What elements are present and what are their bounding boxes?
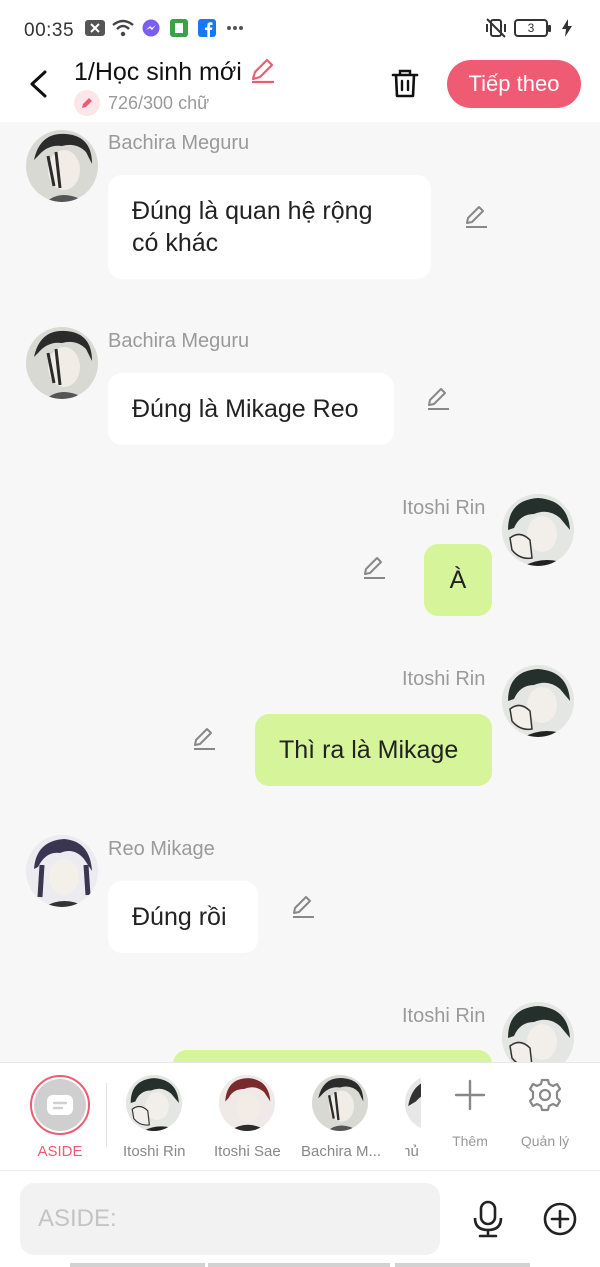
character-itoshi-rin[interactable] (126, 1075, 182, 1131)
aside-button[interactable] (30, 1075, 90, 1135)
pencil-badge-icon (74, 90, 100, 116)
sender-name: Itoshi Rin (402, 668, 486, 690)
status-notification-icons (84, 18, 246, 38)
message-line: À (449, 566, 467, 594)
chat-area[interactable]: Bachira Meguru Đúng là quan hệ rộng có k… (0, 122, 600, 1062)
status-bar: 00:35 3 (0, 0, 600, 52)
message-input[interactable] (20, 1183, 440, 1255)
edit-message-icon[interactable] (190, 724, 218, 752)
message-line: Đúng là Mikage Reo (132, 395, 359, 423)
message-line: Đúng rồi (132, 903, 227, 931)
message-line: Đúng là quan hệ rộng (132, 197, 373, 225)
aside-chat-icon (47, 1095, 73, 1115)
edit-message-icon[interactable] (360, 553, 388, 581)
nav-indicator (70, 1263, 205, 1267)
character-bachira[interactable] (312, 1075, 368, 1131)
avatar-reo-mikage[interactable] (26, 835, 98, 907)
sender-name: Itoshi Rin (402, 497, 486, 519)
message-line: có khác (132, 229, 219, 257)
message-bubble[interactable]: À (424, 544, 492, 616)
input-bar (0, 1170, 600, 1267)
message-bubble[interactable]: Thì ra là Mikage (255, 714, 492, 786)
avatar-bachira[interactable] (26, 327, 98, 399)
app-notification-icon (168, 18, 190, 38)
page-title: 1/Học sinh mới (74, 58, 242, 86)
sender-name: Itoshi Rin (402, 1005, 486, 1027)
charging-icon (556, 18, 578, 38)
word-count: 726/300 chữ (108, 92, 210, 113)
character-label: Bachira M... (301, 1143, 382, 1160)
nav-indicator (208, 1263, 390, 1267)
edit-message-icon[interactable] (424, 384, 452, 412)
voice-input-button[interactable] (468, 1199, 508, 1239)
status-time: 00:35 (24, 20, 75, 41)
avatar-itoshi-rin[interactable] (502, 1002, 574, 1062)
message-bubble[interactable]: Đúng là Mikage Reo (108, 373, 394, 445)
message-bubble[interactable] (173, 1050, 492, 1062)
sender-name: Bachira Meguru (108, 132, 250, 154)
aside-label: ASIDE (37, 1143, 83, 1160)
sender-name: Bachira Meguru (108, 330, 250, 352)
character-itoshi-sae[interactable] (219, 1075, 275, 1131)
notification-x-icon (84, 18, 106, 38)
delete-button[interactable] (386, 64, 424, 102)
manage-label: Quản lý (520, 1133, 570, 1149)
status-system-icons: 3 (484, 18, 578, 38)
trash-icon (391, 69, 419, 98)
nav-indicator (395, 1263, 530, 1267)
sender-name: Reo Mikage (108, 838, 215, 860)
manage-button[interactable] (515, 1075, 575, 1115)
gear-icon (528, 1078, 562, 1112)
messenger-icon (140, 18, 162, 38)
avatar-bachira[interactable] (26, 130, 98, 202)
character-toolbar: ASIDE Itoshi Rin Itoshi Sae Bachira M...… (0, 1062, 600, 1170)
message-line: Thì ra là Mikage (279, 736, 459, 764)
add-character-button[interactable] (440, 1075, 500, 1115)
more-notifications-icon (224, 18, 246, 38)
message-bubble[interactable]: Đúng là quan hệ rộng có khác (108, 175, 431, 279)
wifi-icon (112, 18, 134, 38)
character-partial[interactable] (405, 1075, 421, 1131)
battery-icon: 3 (514, 19, 551, 37)
plus-icon (454, 1079, 486, 1111)
word-count-row: 726/300 chữ (74, 90, 209, 116)
next-button[interactable]: Tiếp theo (447, 60, 581, 108)
message-bubble[interactable]: Đúng rồi (108, 881, 258, 953)
vibrate-mute-icon (484, 18, 506, 38)
edit-message-icon[interactable] (289, 892, 317, 920)
header: 1/Học sinh mới 726/300 chữ Tiếp theo (0, 52, 600, 122)
title-row: 1/Học sinh mới (74, 56, 276, 89)
plus-circle-icon (543, 1202, 577, 1236)
toolbar-divider (106, 1083, 107, 1147)
edit-title-icon[interactable] (248, 56, 276, 89)
edit-message-icon[interactable] (462, 202, 490, 230)
character-label: Thủ (405, 1143, 419, 1160)
back-button[interactable] (22, 66, 54, 102)
character-overflow: Thủ (405, 1063, 421, 1171)
add-character-label: Thêm (452, 1133, 488, 1149)
avatar-itoshi-rin[interactable] (502, 494, 574, 566)
add-attachment-button[interactable] (540, 1199, 580, 1239)
chevron-left-icon (30, 70, 47, 98)
avatar-itoshi-rin[interactable] (502, 665, 574, 737)
facebook-icon (196, 18, 218, 38)
character-label: Itoshi Rin (123, 1143, 186, 1160)
microphone-icon (473, 1200, 503, 1238)
character-label: Itoshi Sae (214, 1143, 281, 1160)
